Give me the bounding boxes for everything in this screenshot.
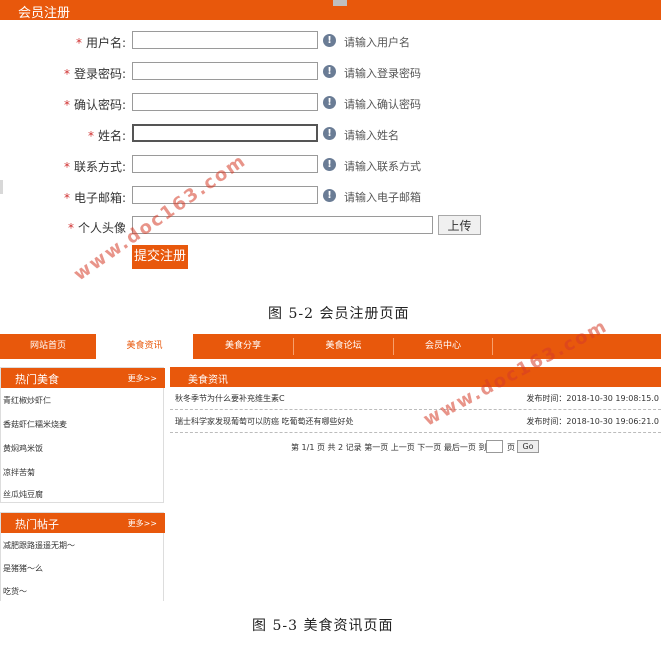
required-mark: * <box>75 36 82 50</box>
nav-member-center[interactable]: 会员中心 <box>394 334 492 359</box>
form-row-name: * 姓名: ! 请输入姓名 <box>0 124 661 146</box>
confirm-password-label: * 确认密码: <box>63 98 126 112</box>
email-label: * 电子邮箱: <box>63 191 126 205</box>
food-news-header: 美食资讯 <box>170 367 661 387</box>
info-icon: ! <box>323 158 336 171</box>
required-mark: * <box>63 98 70 112</box>
info-icon: ! <box>323 34 336 47</box>
form-row-contact: * 联系方式: ! 请输入联系方式 <box>0 155 661 177</box>
list-item[interactable]: 减肥跟路遥遥无期～ <box>3 540 75 551</box>
password-label: * 登录密码: <box>63 67 126 81</box>
figure-caption-5-2: 图 5-2 会员注册页面 <box>268 306 410 322</box>
form-row-username: * 用户名: ! 请输入用户名 <box>0 31 661 53</box>
page-number-input[interactable] <box>486 440 503 453</box>
confirm-password-hint: 请输入确认密码 <box>344 98 421 111</box>
contact-hint: 请输入联系方式 <box>344 160 421 173</box>
password-input[interactable] <box>132 62 318 80</box>
nav-food-share[interactable]: 美食分享 <box>193 334 293 359</box>
pagination: 第 1/1 页 共 2 记录 第一页 上一页 下一页 最后一页 到 页 Go <box>170 439 661 455</box>
info-icon: ! <box>323 96 336 109</box>
email-input[interactable] <box>132 186 318 204</box>
hot-posts-header: 热门帖子 更多>> <box>1 513 165 533</box>
food-news-panel: 美食资讯 秋冬季节为什么要补充维生素C 发布时间：2018-10-30 19:0… <box>170 367 661 462</box>
table-row[interactable]: 秋冬季节为什么要补充维生素C 发布时间：2018-10-30 19:08:15.… <box>170 387 661 410</box>
form-row-password: * 登录密码: ! 请输入登录密码 <box>0 62 661 84</box>
form-row-avatar: * 个人头像 上传 <box>0 215 661 238</box>
registration-title: 会员注册 <box>18 6 71 21</box>
news-date: 发布时间：2018-10-30 19:06:21.0 <box>526 417 659 426</box>
news-title-link[interactable]: 瑞士科学家发现葡萄可以防癌 吃葡萄还有哪些好处 <box>175 416 354 427</box>
pagination-text: 第 1/1 页 共 2 记录 第一页 上一页 下一页 最后一页 到 <box>291 443 487 452</box>
submit-registration-button[interactable]: 提交注册 <box>132 245 188 269</box>
list-item[interactable]: 香菇虾仁糯米烧麦 <box>3 419 67 430</box>
required-mark: * <box>63 67 70 81</box>
food-news-title: 美食资讯 <box>188 375 228 386</box>
left-edge-marker <box>0 180 3 194</box>
list-item[interactable]: 青红椒炒虾仁 <box>3 395 51 406</box>
nav-separator <box>492 338 493 355</box>
avatar-file-input[interactable] <box>132 216 433 234</box>
registration-header: 会员注册 <box>0 0 661 21</box>
hot-food-panel: 热门美食 更多>> 青红椒炒虾仁 香菇虾仁糯米烧麦 黄焖鸡米饭 凉拌苦菊 丝瓜炖… <box>0 367 165 503</box>
news-title-link[interactable]: 秋冬季节为什么要补充维生素C <box>175 393 285 404</box>
news-date: 发布时间：2018-10-30 19:08:15.0 <box>526 394 659 403</box>
required-mark: * <box>63 191 70 205</box>
username-label: * 用户名: <box>75 36 126 50</box>
hot-food-header: 热门美食 更多>> <box>1 368 165 388</box>
name-input[interactable] <box>132 124 318 142</box>
username-hint: 请输入用户名 <box>344 36 410 49</box>
list-item[interactable]: 黄焖鸡米饭 <box>3 443 43 454</box>
hot-posts-panel: 热门帖子 更多>> 减肥跟路遥遥无期～ 是猪猪～么 吃货～ <box>0 512 165 601</box>
figure-caption-5-3: 图 5-3 美食资讯页面 <box>252 618 394 634</box>
nav-home[interactable]: 网站首页 <box>0 334 96 359</box>
table-row[interactable]: 瑞士科学家发现葡萄可以防癌 吃葡萄还有哪些好处 发布时间：2018-10-30 … <box>170 410 661 433</box>
info-icon: ! <box>323 189 336 202</box>
header-scroll-marker <box>333 0 347 6</box>
pagination-suffix: 页 <box>507 443 515 452</box>
upload-button[interactable]: 上传 <box>438 215 481 235</box>
hot-posts-more-link[interactable]: 更多>> <box>128 518 157 529</box>
form-row-email: * 电子邮箱: ! 请输入电子邮箱 <box>0 186 661 208</box>
email-hint: 请输入电子邮箱 <box>344 191 421 204</box>
info-icon: ! <box>323 127 336 140</box>
contact-label: * 联系方式: <box>63 160 126 174</box>
go-button[interactable]: Go <box>517 440 539 453</box>
list-item[interactable]: 吃货～ <box>3 586 27 597</box>
hot-food-more-link[interactable]: 更多>> <box>128 373 157 384</box>
confirm-password-input[interactable] <box>132 93 318 111</box>
hot-posts-title: 热门帖子 <box>15 518 59 531</box>
required-mark: * <box>87 129 94 143</box>
list-item[interactable]: 是猪猪～么 <box>3 563 43 574</box>
hot-food-title: 热门美食 <box>15 373 59 386</box>
list-item[interactable]: 丝瓜炖豆腐 <box>3 489 43 500</box>
username-input[interactable] <box>132 31 318 49</box>
info-icon: ! <box>323 65 336 78</box>
nav-food-forum[interactable]: 美食论坛 <box>294 334 393 359</box>
list-item[interactable]: 凉拌苦菊 <box>3 467 35 478</box>
required-mark: * <box>63 160 70 174</box>
nav-food-news[interactable]: 美食资讯 <box>96 334 193 359</box>
required-mark: * <box>67 221 74 235</box>
form-row-confirm-password: * 确认密码: ! 请输入确认密码 <box>0 93 661 115</box>
password-hint: 请输入登录密码 <box>344 67 421 80</box>
name-label: * 姓名: <box>87 129 126 143</box>
name-hint: 请输入姓名 <box>344 129 399 142</box>
